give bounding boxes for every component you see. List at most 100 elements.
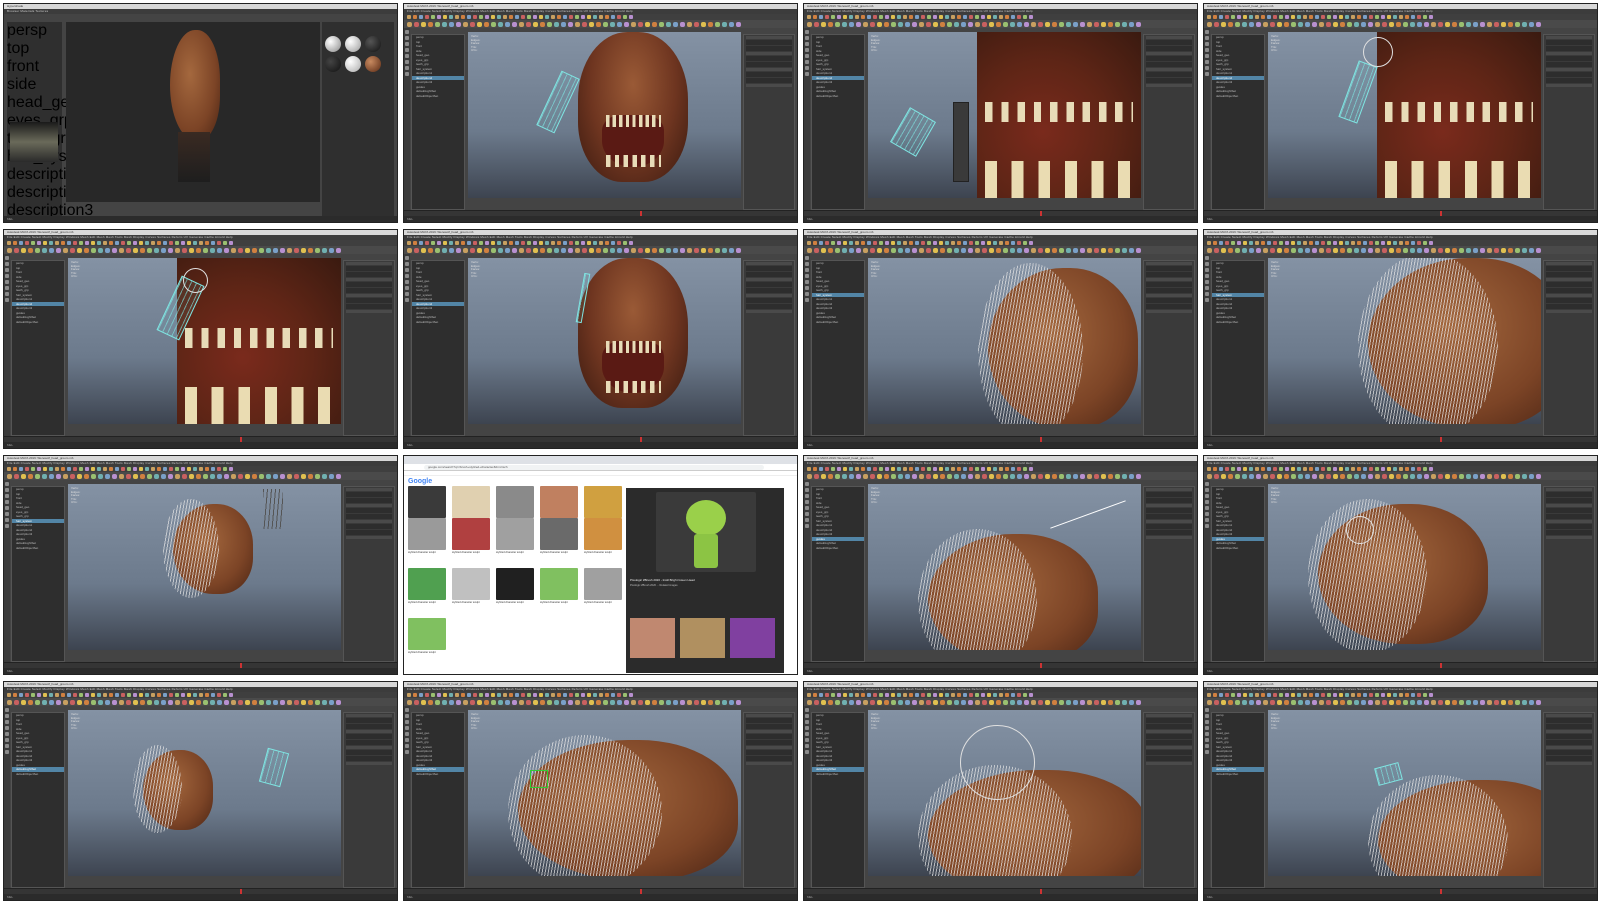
image-result[interactable]: [452, 568, 490, 600]
image-result[interactable]: [408, 618, 446, 650]
command-line[interactable]: MEL: [1204, 442, 1597, 448]
outliner-panel[interactable]: persp top front side head_geo eyes_grp teeth_g…: [811, 34, 865, 210]
attribute-editor[interactable]: [743, 712, 795, 888]
outliner-panel[interactable]: persp top front side head_geo eyes_grp teeth_g…: [811, 712, 865, 888]
attribute-editor[interactable]: [743, 34, 795, 210]
outliner-row[interactable]: front: [7, 58, 62, 76]
command-line[interactable]: MEL: [404, 216, 797, 222]
shelf-toolbar[interactable]: [4, 472, 397, 480]
menu-bar[interactable]: Browser Materials Textures: [4, 9, 397, 14]
shelf-toolbar[interactable]: [804, 246, 1197, 254]
shelf-toolbar[interactable]: [4, 698, 397, 706]
shelf-toolbar[interactable]: [804, 20, 1197, 28]
outliner-panel[interactable]: persp top front side head_geo eyes_grp teeth_g…: [411, 34, 465, 210]
command-line[interactable]: MEL: [1204, 668, 1597, 674]
shelf-toolbar[interactable]: [1204, 20, 1597, 28]
outliner-panel[interactable]: persp top front side head_geo eyes_grp teeth_g…: [411, 260, 465, 436]
manipulator-ring[interactable]: [1346, 516, 1374, 544]
image-result[interactable]: [408, 486, 446, 518]
viewport[interactable]: Verts: Edges: Faces: Tris: UVs:: [468, 32, 741, 198]
outliner-row[interactable]: defaultObjectSet: [812, 320, 864, 325]
guide-curve-grid[interactable]: [1374, 762, 1403, 786]
command-line[interactable]: MEL: [804, 216, 1197, 222]
outliner-panel[interactable]: persp top front side head_geo eyes_grp teeth_g…: [11, 712, 65, 888]
attribute-editor[interactable]: [1543, 486, 1595, 662]
command-line[interactable]: MEL: [4, 442, 397, 448]
outliner-row[interactable]: defaultObjectSet: [412, 772, 464, 777]
viewport[interactable]: Verts: Edges: Faces: Tris: UVs:: [68, 258, 341, 424]
attribute-editor[interactable]: [343, 260, 395, 436]
command-line[interactable]: MEL: [404, 442, 797, 448]
attribute-editor[interactable]: [1143, 712, 1195, 888]
image-result[interactable]: [408, 568, 446, 600]
outliner-row[interactable]: defaultObjectSet: [812, 94, 864, 99]
related-image[interactable]: [630, 618, 675, 658]
viewport[interactable]: Verts: Edges: Faces: Tris: UVs:: [68, 484, 341, 650]
image-result[interactable]: [452, 518, 490, 550]
shelf-toolbar[interactable]: [4, 246, 397, 254]
image-result[interactable]: [496, 486, 534, 518]
tool-box[interactable]: [4, 480, 10, 674]
outliner-panel[interactable]: persp top front side head_geo eyes_grp teeth_g…: [11, 486, 65, 662]
shelf-toolbar[interactable]: [404, 698, 797, 706]
related-image[interactable]: [680, 618, 725, 658]
shelf-toolbar[interactable]: [804, 472, 1197, 480]
image-result[interactable]: [584, 568, 622, 600]
outliner-row[interactable]: defaultObjectSet: [1212, 320, 1264, 325]
outliner-row[interactable]: defaultObjectSet: [812, 772, 864, 777]
outliner-row[interactable]: defaultObjectSet: [1212, 546, 1264, 551]
image-preview-panel[interactable]: Pixologic ZBrush 2020 - Instil Bright Gr…: [626, 488, 784, 673]
image-result[interactable]: [452, 486, 490, 518]
shelf-toolbar[interactable]: [1204, 472, 1597, 480]
attribute-editor[interactable]: [1543, 712, 1595, 888]
outliner-row[interactable]: defaultObjectSet: [412, 94, 464, 99]
attribute-editor[interactable]: [743, 260, 795, 436]
command-line[interactable]: MEL: [4, 216, 397, 222]
tool-box[interactable]: [804, 480, 810, 674]
attribute-editor[interactable]: [1543, 260, 1595, 436]
viewport[interactable]: Verts: Edges: Faces: Tris: UVs:: [868, 484, 1141, 650]
viewport[interactable]: Verts: Edges: Faces: Tris: UVs:: [868, 32, 1141, 198]
viewport[interactable]: Verts: Edges: Faces: Tris: UVs:: [1268, 484, 1541, 650]
image-result[interactable]: [540, 486, 578, 518]
bookmarks-bar[interactable]: [404, 471, 797, 476]
tool-box[interactable]: [1204, 28, 1210, 222]
viewport[interactable]: Verts: Edges: Faces: Tris: UVs:: [1268, 32, 1541, 198]
outliner-panel[interactable]: persp top front side head_geo eyes_grp teeth_g…: [811, 486, 865, 662]
command-line[interactable]: MEL: [804, 668, 1197, 674]
tool-box[interactable]: [1204, 706, 1210, 900]
viewport[interactable]: Verts: Edges: Faces: Tris: UVs:: [468, 258, 741, 424]
command-line[interactable]: MEL: [4, 894, 397, 900]
viewport[interactable]: Verts: Edges: Faces: Tris: UVs:: [68, 710, 341, 876]
shelf-toolbar[interactable]: [404, 246, 797, 254]
command-line[interactable]: MEL: [804, 442, 1197, 448]
tool-box[interactable]: [4, 254, 10, 448]
viewport[interactable]: Verts: Edges: Faces: Tris: UVs:: [468, 710, 741, 876]
shelf-toolbar[interactable]: [404, 20, 797, 28]
outliner-row[interactable]: top: [7, 40, 62, 58]
transform-gizmo[interactable]: [530, 770, 548, 788]
shelf-toolbar[interactable]: [1204, 698, 1597, 706]
outliner-panel[interactable]: persp top front side head_geo eyes_grp teeth_g…: [1211, 260, 1265, 436]
image-result[interactable]: [496, 568, 534, 600]
outliner-row[interactable]: defaultObjectSet: [1212, 94, 1264, 99]
tool-box[interactable]: [1204, 480, 1210, 674]
tool-box[interactable]: [804, 706, 810, 900]
manipulator-ring[interactable]: [960, 725, 1035, 800]
viewport[interactable]: Verts: Edges: Faces: Tris: UVs:: [868, 258, 1141, 424]
outliner-panel[interactable]: persp top front side head_geo eyes_grp teeth_g…: [1211, 34, 1265, 210]
attribute-editor[interactable]: [1543, 34, 1595, 210]
outliner-row[interactable]: description1: [7, 166, 93, 184]
viewport[interactable]: Verts: Edges: Faces: Tris: UVs:: [868, 710, 1141, 876]
tool-box[interactable]: [4, 706, 10, 900]
guide-curve-grid[interactable]: [536, 70, 580, 134]
outliner-row[interactable]: description2: [7, 184, 93, 202]
manipulator-ring[interactable]: [183, 268, 208, 293]
attribute-editor[interactable]: [1143, 486, 1195, 662]
manipulator-ring[interactable]: [1363, 37, 1393, 67]
outliner-row[interactable]: defaultObjectSet: [12, 320, 64, 325]
outliner-panel[interactable]: persp top front side head_geo eyes_grp teeth_g…: [1211, 712, 1265, 888]
shelf-toolbar[interactable]: [804, 698, 1197, 706]
outliner-row[interactable]: head_geo: [7, 94, 78, 112]
viewport[interactable]: Verts: Edges: Faces: Tris: UVs:: [1268, 258, 1541, 424]
